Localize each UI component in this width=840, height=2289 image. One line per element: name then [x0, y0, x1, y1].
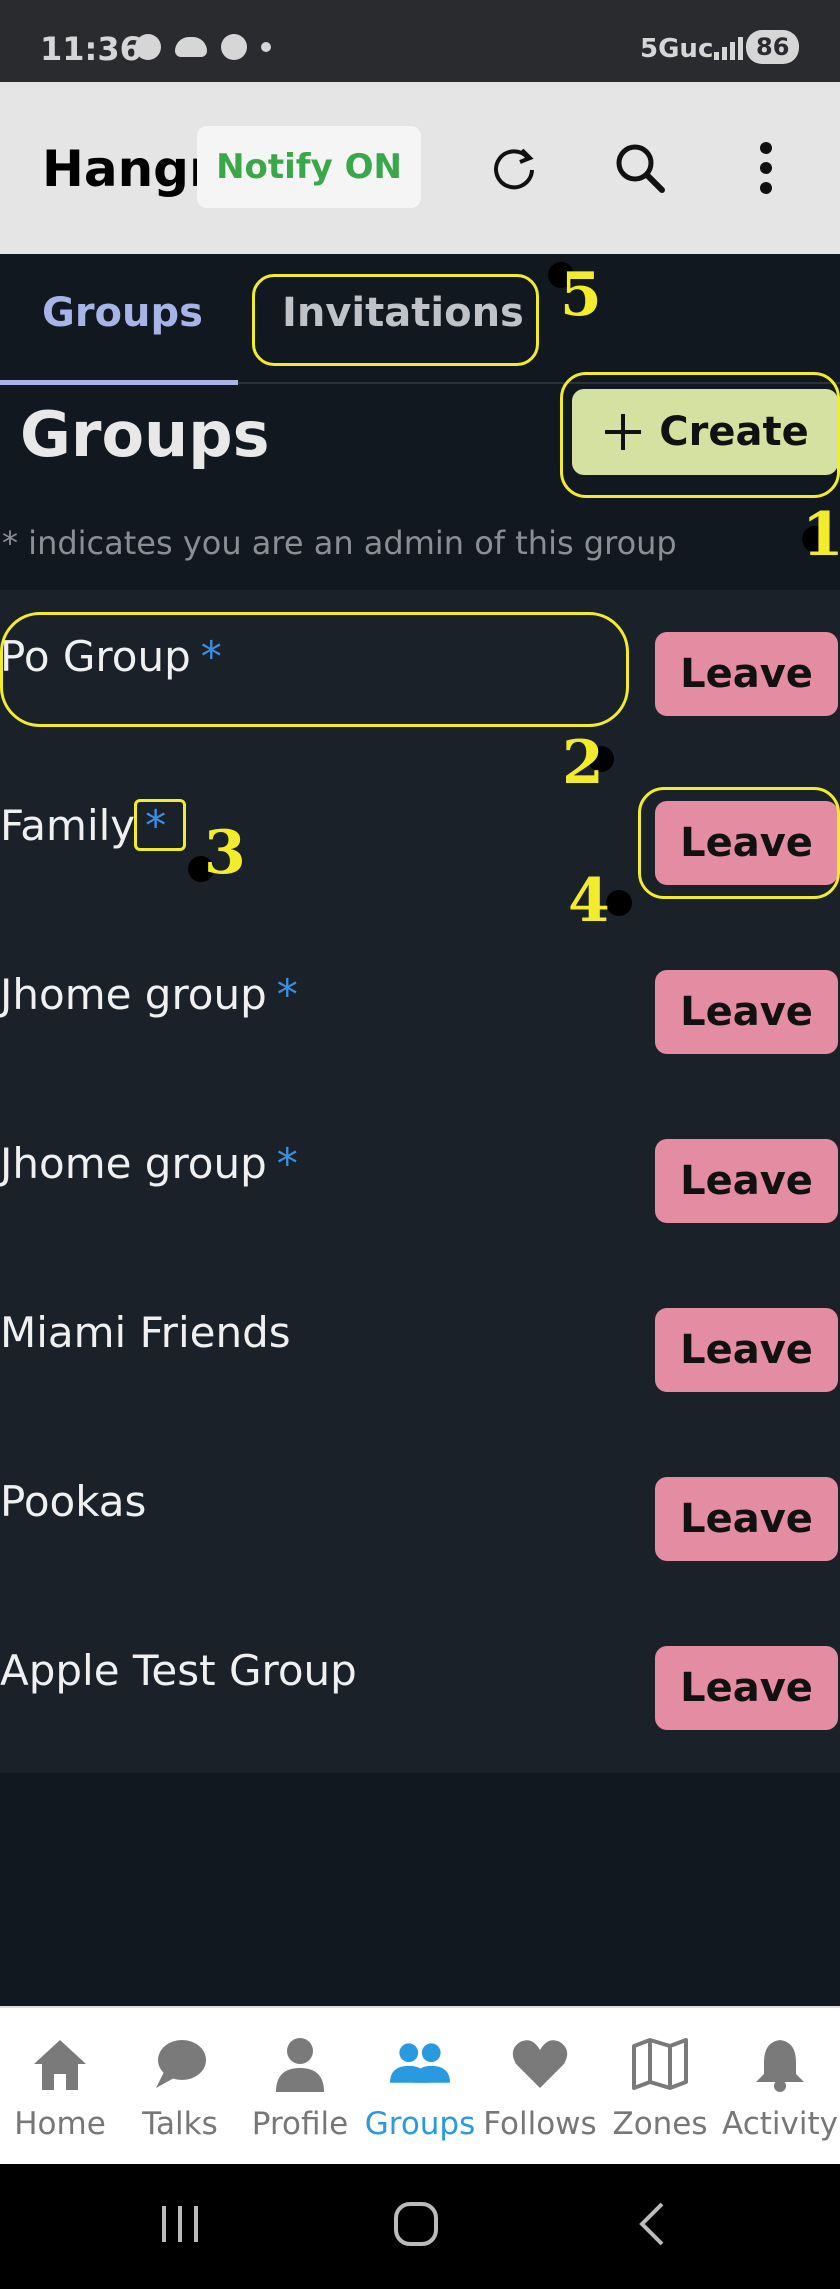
nav-label: Activity: [722, 2106, 838, 2142]
group-name: Jhome group: [0, 1139, 267, 1188]
leave-button[interactable]: Leave: [655, 970, 838, 1054]
group-name: Miami Friends: [0, 1308, 291, 1357]
nav-zones[interactable]: Zones: [600, 2008, 720, 2166]
annotation-marker: [606, 890, 632, 916]
nav-home[interactable]: Home: [0, 2008, 120, 2166]
more-dot-icon: [261, 42, 271, 52]
admin-star: *: [276, 970, 298, 1019]
active-tab-indicator: [0, 380, 238, 385]
nav-label: Home: [14, 2106, 106, 2142]
status-time: 11:36: [40, 30, 142, 68]
dnd-icon: [135, 34, 161, 60]
group-list: Po Group * Leave Family * Leave Jhome grou…: [0, 590, 840, 1773]
nav-activity[interactable]: Activity: [720, 2008, 840, 2166]
annotation-number: 1: [802, 500, 840, 570]
leave-button[interactable]: Leave: [655, 1646, 838, 1730]
app-bar: Hangn Notify ON: [0, 82, 840, 254]
group-name: Pookas: [0, 1477, 147, 1526]
annotation-box-create: [560, 372, 840, 498]
group-name: Jhome group: [0, 970, 267, 1019]
nav-label: Profile: [251, 2106, 349, 2142]
notification-icons: [135, 34, 271, 60]
status-bar: 11:36 5Guc 86: [0, 0, 840, 82]
leave-button[interactable]: Leave: [655, 1308, 838, 1392]
annotation-number: 3: [204, 818, 246, 888]
nav-talks[interactable]: Talks: [120, 2008, 240, 2166]
heart-icon: [510, 2034, 570, 2094]
nav-follows[interactable]: Follows: [480, 2008, 600, 2166]
annotation-box-po-group: [0, 612, 629, 727]
home-icon: [30, 2034, 90, 2094]
annotation-number: 5: [560, 260, 602, 330]
leave-button[interactable]: Leave: [655, 1477, 838, 1561]
page-title: Groups: [20, 398, 270, 471]
person-icon: [270, 2034, 330, 2094]
annotation-box-admin-star: [134, 799, 186, 851]
nav-label: Follows: [483, 2106, 597, 2142]
signal-icon: [714, 37, 743, 60]
leave-button[interactable]: Leave: [655, 632, 838, 716]
group-row[interactable]: Apple Test Group Leave: [0, 1604, 840, 1773]
home-system-icon[interactable]: [392, 2200, 440, 2248]
system-nav-bar: [0, 2164, 840, 2289]
app-notification-icon: [221, 34, 247, 60]
battery-indicator: 86: [746, 30, 800, 64]
leave-button[interactable]: Leave: [655, 1139, 838, 1223]
map-icon: [630, 2034, 690, 2094]
nav-groups[interactable]: Groups: [360, 2008, 480, 2166]
groups-icon: [390, 2034, 450, 2094]
back-icon[interactable]: [630, 2200, 678, 2248]
group-name: Apple Test Group: [0, 1646, 357, 1695]
recent-apps-icon[interactable]: [156, 2200, 204, 2248]
search-icon[interactable]: [604, 132, 676, 204]
bell-icon: [750, 2034, 810, 2094]
annotation-box-leave: [638, 787, 840, 899]
chat-icon: [150, 2034, 210, 2094]
more-options-icon[interactable]: [730, 132, 802, 204]
bottom-nav: Home Talks Profile Groups Follows Zones: [0, 2006, 840, 2164]
network-indicator: 5Guc: [640, 34, 714, 64]
nav-label: Zones: [612, 2106, 708, 2142]
group-row[interactable]: Jhome group * Leave: [0, 928, 840, 1097]
notify-toggle-button[interactable]: Notify ON: [197, 126, 421, 208]
group-row[interactable]: Pookas Leave: [0, 1435, 840, 1604]
nav-profile[interactable]: Profile: [240, 2008, 360, 2166]
admin-star: *: [276, 1139, 298, 1188]
group-row[interactable]: Jhome group * Leave: [0, 1097, 840, 1266]
group-name: Family: [0, 801, 136, 850]
nav-label: Groups: [364, 2106, 476, 2142]
annotation-number: 2: [562, 728, 604, 798]
app-title: Hangn: [42, 140, 197, 198]
tab-groups[interactable]: Groups: [42, 290, 203, 336]
nav-label: Talks: [142, 2106, 218, 2142]
refresh-icon[interactable]: [478, 132, 550, 204]
admin-hint: * indicates you are an admin of this gro…: [2, 524, 677, 562]
annotation-number: 4: [568, 866, 610, 936]
group-row[interactable]: Miami Friends Leave: [0, 1266, 840, 1435]
annotation-box-invitations: [252, 274, 539, 366]
cloud-icon: [175, 37, 207, 57]
